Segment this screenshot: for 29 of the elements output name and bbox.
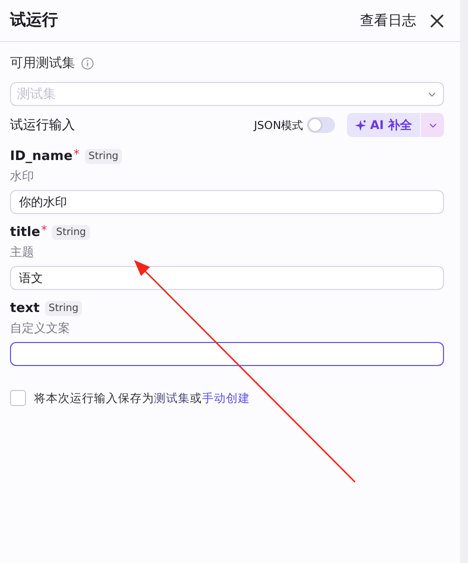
test-set-link[interactable]: 测试集	[154, 390, 190, 404]
type-tag: String	[52, 224, 90, 240]
field-name: title	[10, 224, 40, 240]
section-label: 可用测试集	[10, 55, 75, 72]
field-name: ID_name	[10, 148, 73, 164]
panel-title: 试运行	[10, 10, 59, 31]
field-description: 水印	[10, 168, 35, 185]
section-label: 试运行输入	[10, 117, 76, 134]
field-description: 主题	[10, 244, 35, 261]
type-tag: String	[84, 148, 122, 164]
close-icon[interactable]	[430, 14, 444, 28]
toggle-label: JSON模式	[254, 118, 304, 132]
required-asterisk: *	[41, 223, 48, 237]
required-asterisk: *	[74, 147, 80, 161]
manual-create-link[interactable]: 手动创建	[202, 390, 250, 404]
type-tag: String	[44, 300, 82, 316]
field-name: text	[10, 300, 40, 316]
checkbox[interactable]	[10, 390, 26, 406]
json-mode-toggle[interactable]	[307, 117, 336, 133]
dropdown-button[interactable]	[420, 113, 444, 137]
ai-complete-button[interactable]: AI 补全	[347, 113, 420, 137]
field-description: 自定义文案	[10, 320, 71, 337]
info-icon	[81, 56, 94, 70]
view-log-button[interactable]: 查看日志	[360, 12, 416, 30]
input-field[interactable]: 你的水印	[10, 190, 444, 214]
sparkle-icon	[355, 120, 366, 130]
input-field[interactable]	[10, 342, 444, 366]
save-option-text: 将本次运行输入保存为测试集或手动创建	[34, 390, 250, 406]
input-field[interactable]: 语文	[10, 266, 444, 290]
